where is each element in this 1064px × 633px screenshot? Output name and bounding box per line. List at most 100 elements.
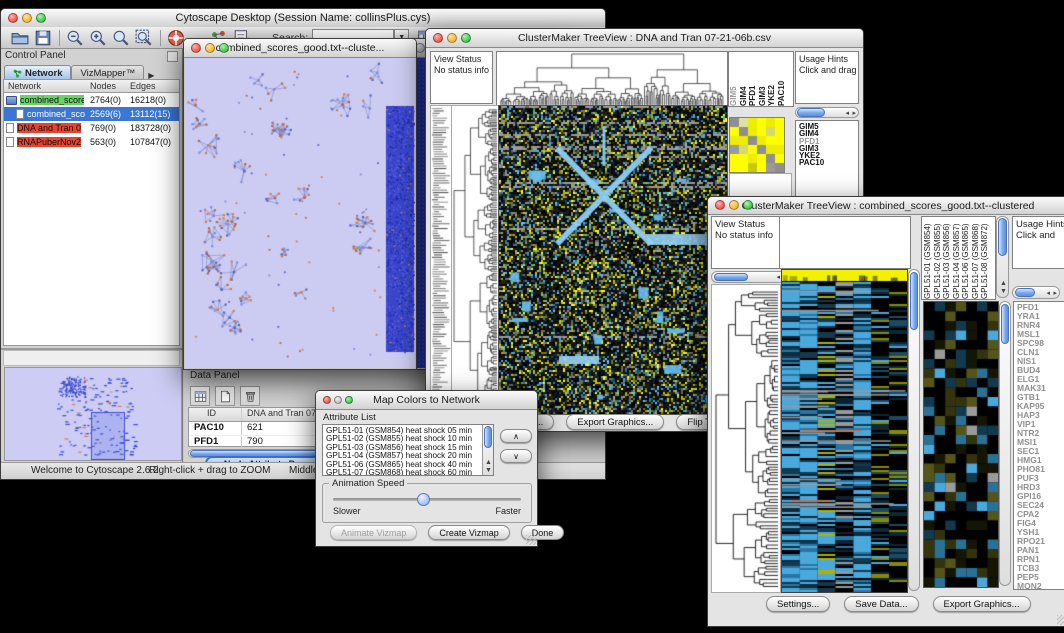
zoom-in-icon[interactable] <box>89 29 107 47</box>
minimize-icon[interactable] <box>447 33 457 43</box>
network-list-header[interactable]: Network Nodes Edges <box>4 80 179 93</box>
condition-vscrollbar[interactable]: ▲▼ <box>996 216 1009 298</box>
gene-list-item[interactable]: HAP3 <box>1017 411 1064 420</box>
close-icon[interactable] <box>433 33 443 43</box>
network-row[interactable]: DNA and Tran 07 769(0) 183728(0) <box>4 121 179 135</box>
delete-attribute-icon[interactable] <box>240 386 260 406</box>
close-icon[interactable] <box>8 13 18 23</box>
gene-list-item[interactable]: VIP1 <box>1017 420 1064 429</box>
gene-list-item[interactable]: MSL1 <box>1017 330 1064 339</box>
close-icon[interactable] <box>715 200 725 210</box>
gene-list-item[interactable]: SEC24 <box>1017 501 1064 510</box>
zoom-window-icon[interactable] <box>345 396 353 404</box>
col-network[interactable]: Network <box>8 81 41 91</box>
treeview1-titlebar[interactable]: ClusterMaker TreeView : DNA and Tran 07-… <box>426 29 863 48</box>
condition-label[interactable]: GPL51-01 (GSM854) <box>923 217 933 299</box>
network-row[interactable]: combined_scores 2764(0) 16218(0) <box>4 93 179 107</box>
zoom-window-icon[interactable] <box>461 33 471 43</box>
gene-column-label[interactable]: GIM5 <box>729 52 739 106</box>
heatmap-overview[interactable] <box>923 301 999 588</box>
correlation-matrix[interactable] <box>729 117 785 173</box>
treeview2-button[interactable]: Settings... <box>766 596 830 612</box>
gene-list-item[interactable]: MAK31 <box>1017 384 1064 393</box>
gene-list-item[interactable]: HRD3 <box>1017 483 1064 492</box>
treeview1-button[interactable]: Export Graphics... <box>566 414 664 430</box>
minimize-icon[interactable] <box>729 200 739 210</box>
gene-list-item[interactable]: HMG1 <box>1017 456 1064 465</box>
gene-list-item[interactable]: MSI1 <box>1017 438 1064 447</box>
new-attribute-icon[interactable] <box>215 386 235 406</box>
zoom-out-icon[interactable] <box>66 29 84 47</box>
gene-list-item[interactable]: GIM3 <box>799 145 858 152</box>
gene-list-item[interactable]: SPC98 <box>1017 339 1064 348</box>
zoom-fit-icon[interactable] <box>112 29 130 47</box>
minimize-icon[interactable] <box>205 43 215 53</box>
attribute-table-icon[interactable] <box>190 386 210 406</box>
heatmap-main[interactable] <box>781 269 908 593</box>
gene-list-item[interactable]: GPI16 <box>1017 492 1064 501</box>
resize-grip[interactable] <box>526 535 536 545</box>
heatmap-vscrollbar[interactable] <box>908 269 920 591</box>
network-row[interactable]: RNAPuberNov2+ 563(0) 107847(0) <box>4 135 179 149</box>
open-folder-icon[interactable] <box>11 29 29 47</box>
minimize-icon[interactable] <box>334 396 342 404</box>
dialog-button[interactable]: Create Vizmap <box>428 525 509 540</box>
attribute-vscrollbar[interactable]: ▲▼ <box>482 425 493 475</box>
resize-grip[interactable] <box>1057 615 1064 625</box>
gene-list-item[interactable]: PFD1 <box>799 138 858 145</box>
condition-label[interactable]: GPL51-06 (GSM865) <box>961 217 971 299</box>
gene-list-item[interactable]: CLN1 <box>1017 348 1064 357</box>
condition-label[interactable]: GPL51-04 (GSM857) <box>952 217 962 299</box>
network-row[interactable]: combined_sco 2569(6) 13112(15) <box>4 107 179 121</box>
treeview2-button[interactable]: Save Data... <box>844 596 918 612</box>
gene-column-label[interactable]: PFD1 <box>748 52 758 106</box>
gene-list-item[interactable]: MON2 <box>1017 582 1064 590</box>
dialog-titlebar[interactable]: Map Colors to Network <box>316 391 537 410</box>
condition-label[interactable]: GPL51-03 (GSM856) <box>942 217 952 299</box>
gene-column-label[interactable]: GIM3 <box>758 52 768 106</box>
gene-list-item[interactable]: NIS1 <box>1017 357 1064 366</box>
treeview2-button[interactable]: Export Graphics... <box>933 596 1031 612</box>
tab-network[interactable]: Network <box>4 65 71 80</box>
gene-list-item[interactable]: RPN1 <box>1017 555 1064 564</box>
gene-list-item[interactable]: GTB1 <box>1017 393 1064 402</box>
col-edges[interactable]: Edges <box>130 81 156 91</box>
move-up-button[interactable]: ∧ <box>500 429 532 443</box>
gene-list-item[interactable]: YRA1 <box>1017 312 1064 321</box>
gene-list-item[interactable]: PUF3 <box>1017 474 1064 483</box>
gene-list-item[interactable]: PHO81 <box>1017 465 1064 474</box>
gene-list-item[interactable]: BUD4 <box>1017 366 1064 375</box>
zoom-window-icon[interactable] <box>743 200 753 210</box>
gene-list-item[interactable]: GIM5 <box>799 123 858 130</box>
row-dendrogram[interactable] <box>451 105 499 415</box>
gene-list-item[interactable]: SEC1 <box>1017 447 1064 456</box>
gene-list-item[interactable]: FIG4 <box>1017 519 1064 528</box>
gene-column-label[interactable]: YKE2 <box>767 52 777 106</box>
attribute-item[interactable]: GPL51-07 (GSM868) heat shock 60 min <box>326 469 493 476</box>
save-icon[interactable] <box>34 29 52 47</box>
gene-list-item[interactable]: ELG1 <box>1017 375 1064 384</box>
gene-column-label[interactable]: PAC10 <box>777 52 787 106</box>
float-panel-icon[interactable] <box>167 51 178 62</box>
gene-list-item[interactable]: PFD1 <box>1017 303 1064 312</box>
gene-list-item[interactable]: CPA2 <box>1017 510 1064 519</box>
gene-list-item[interactable]: NTR2 <box>1017 429 1064 438</box>
view-status-hscrollbar[interactable]: ◂▸ <box>711 271 791 283</box>
close-icon[interactable] <box>191 43 201 53</box>
gene-list-item[interactable]: PAN1 <box>1017 546 1064 555</box>
zoom-window-icon[interactable] <box>36 13 46 23</box>
column-dendrogram[interactable] <box>496 51 728 107</box>
heatmap-main[interactable] <box>498 105 728 415</box>
zoom-selected-icon[interactable] <box>135 29 153 47</box>
gene-list-item[interactable]: PAC10 <box>799 159 858 166</box>
network-canvas[interactable] <box>185 58 415 368</box>
gene-list-item[interactable]: TCB3 <box>1017 564 1064 573</box>
gene-list-item[interactable]: GIM4 <box>799 130 858 137</box>
gene-list-item[interactable]: KAP95 <box>1017 402 1064 411</box>
tab-vizmapper[interactable]: VizMapper™ <box>71 65 144 80</box>
window-controls[interactable] <box>8 13 46 23</box>
zoom-window-icon[interactable] <box>219 43 229 53</box>
gene-list-item[interactable]: RPO21 <box>1017 537 1064 546</box>
gene-list-item[interactable]: YSH1 <box>1017 528 1064 537</box>
gene-list-item[interactable]: PEP5 <box>1017 573 1064 582</box>
